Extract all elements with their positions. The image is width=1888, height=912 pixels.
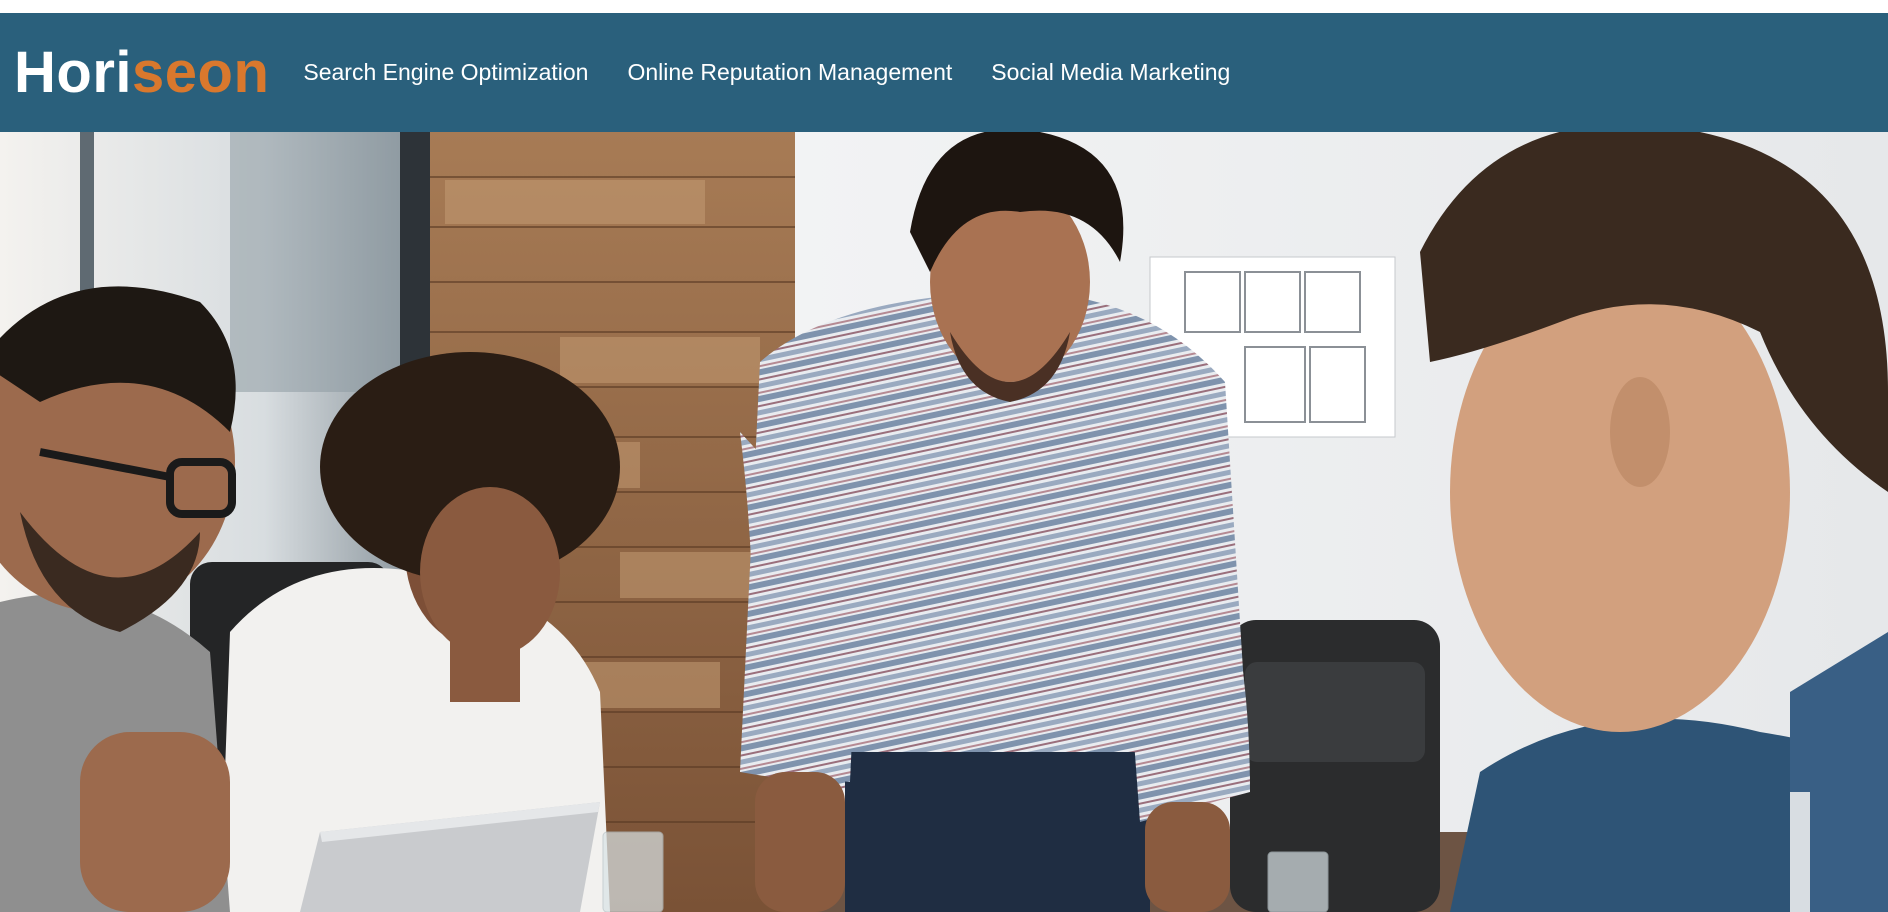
nav-link-reputation-management[interactable]: Online Reputation Management (627, 59, 952, 86)
logo-text-primary: Hori (14, 39, 132, 105)
main-nav: Search Engine Optimization Online Reputa… (303, 59, 1269, 86)
site-header: Horiseon Search Engine Optimization Onli… (0, 13, 1888, 132)
hero-image (0, 132, 1888, 912)
nav-link-seo[interactable]: Search Engine Optimization (303, 59, 588, 86)
site-logo[interactable]: Horiseon (14, 43, 269, 102)
nav-link-social-media-marketing[interactable]: Social Media Marketing (991, 59, 1230, 86)
logo-text-accent: seon (132, 39, 270, 105)
nav-list: Search Engine Optimization Online Reputa… (303, 59, 1269, 86)
hero-banner (0, 132, 1888, 912)
